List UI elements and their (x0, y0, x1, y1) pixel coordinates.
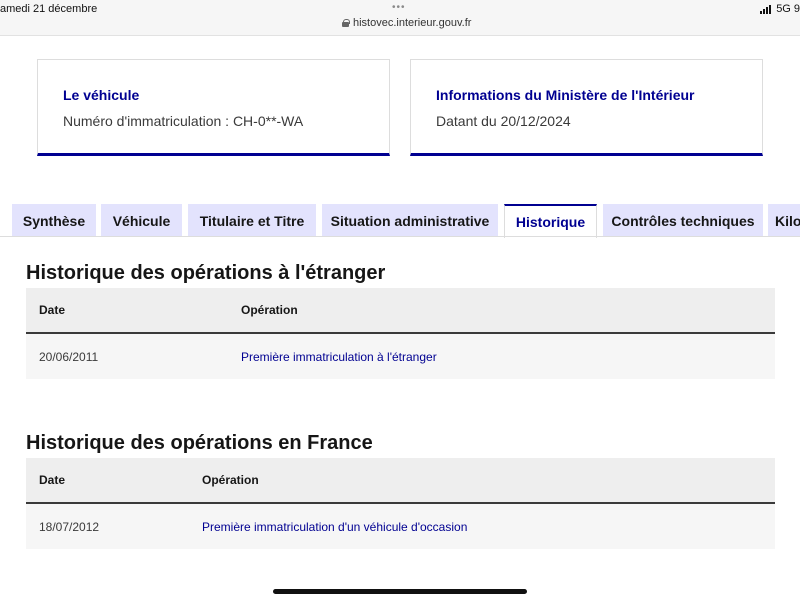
tab-situation-administrative[interactable]: Situation administrative (322, 204, 498, 237)
row-operation-link[interactable]: Première immatriculation d'un véhicule d… (202, 504, 467, 549)
vehicle-card-title: Le véhicule (63, 87, 140, 103)
table-header: Date Opération (26, 458, 775, 504)
foreign-operations-table: Date Opération 20/06/2011 Première immat… (26, 288, 775, 379)
info-date: Datant du 20/12/2024 (436, 113, 571, 129)
home-indicator[interactable] (273, 589, 527, 594)
url-text: histovec.interieur.gouv.fr (353, 17, 472, 29)
row-operation-link[interactable]: Première immatriculation à l'étranger (241, 334, 437, 379)
section-title-france: Historique des opérations en France (26, 432, 373, 454)
tab-vehicule[interactable]: Véhicule (101, 204, 182, 237)
table-header: Date Opération (26, 288, 775, 334)
more-options-icon[interactable]: ••• (392, 2, 406, 13)
table-row: 20/06/2011 Première immatriculation à l'… (26, 334, 775, 379)
status-indicators: 5G 9 (760, 3, 800, 15)
address-bar[interactable]: histovec.interieur.gouv.fr (342, 17, 471, 29)
tab-synthese[interactable]: Synthèse (12, 204, 96, 237)
vehicle-card: Le véhicule Numéro d'immatriculation : C… (37, 59, 390, 156)
tab-kilometrage[interactable]: Kilo (768, 204, 800, 237)
browser-status-bar: amedi 21 décembre ••• histovec.interieur… (0, 0, 800, 36)
column-header-operation: Opération (241, 303, 298, 317)
historique-panel: Historique des opérations à l'étranger D… (0, 237, 800, 600)
tab-titulaire-et-titre[interactable]: Titulaire et Titre (188, 204, 316, 237)
ministry-card-title: Informations du Ministère de l'Intérieur (436, 87, 695, 103)
table-row: 18/07/2012 Première immatriculation d'un… (26, 504, 775, 549)
column-header-date: Date (39, 473, 66, 487)
section-title-foreign: Historique des opérations à l'étranger (26, 262, 386, 284)
lock-icon (342, 19, 350, 27)
row-date: 20/06/2011 (39, 349, 99, 364)
france-operations-table: Date Opération 18/07/2012 Première immat… (26, 458, 775, 549)
registration-number: Numéro d'immatriculation : CH-0**-WA (63, 113, 304, 129)
status-date: amedi 21 décembre (0, 3, 98, 15)
battery-fragment: 9 (793, 3, 800, 15)
ministry-info-card: Informations du Ministère de l'Intérieur… (410, 59, 763, 156)
column-header-date: Date (39, 303, 66, 317)
tab-bar: Synthèse Véhicule Titulaire et Titre Sit… (0, 204, 800, 238)
column-header-operation: Opération (202, 473, 259, 487)
signal-icon (760, 4, 772, 14)
network-type: 5G (776, 3, 791, 15)
row-date: 18/07/2012 (39, 519, 100, 534)
tab-historique[interactable]: Historique (504, 204, 597, 238)
tab-controles-techniques[interactable]: Contrôles techniques (603, 204, 763, 237)
